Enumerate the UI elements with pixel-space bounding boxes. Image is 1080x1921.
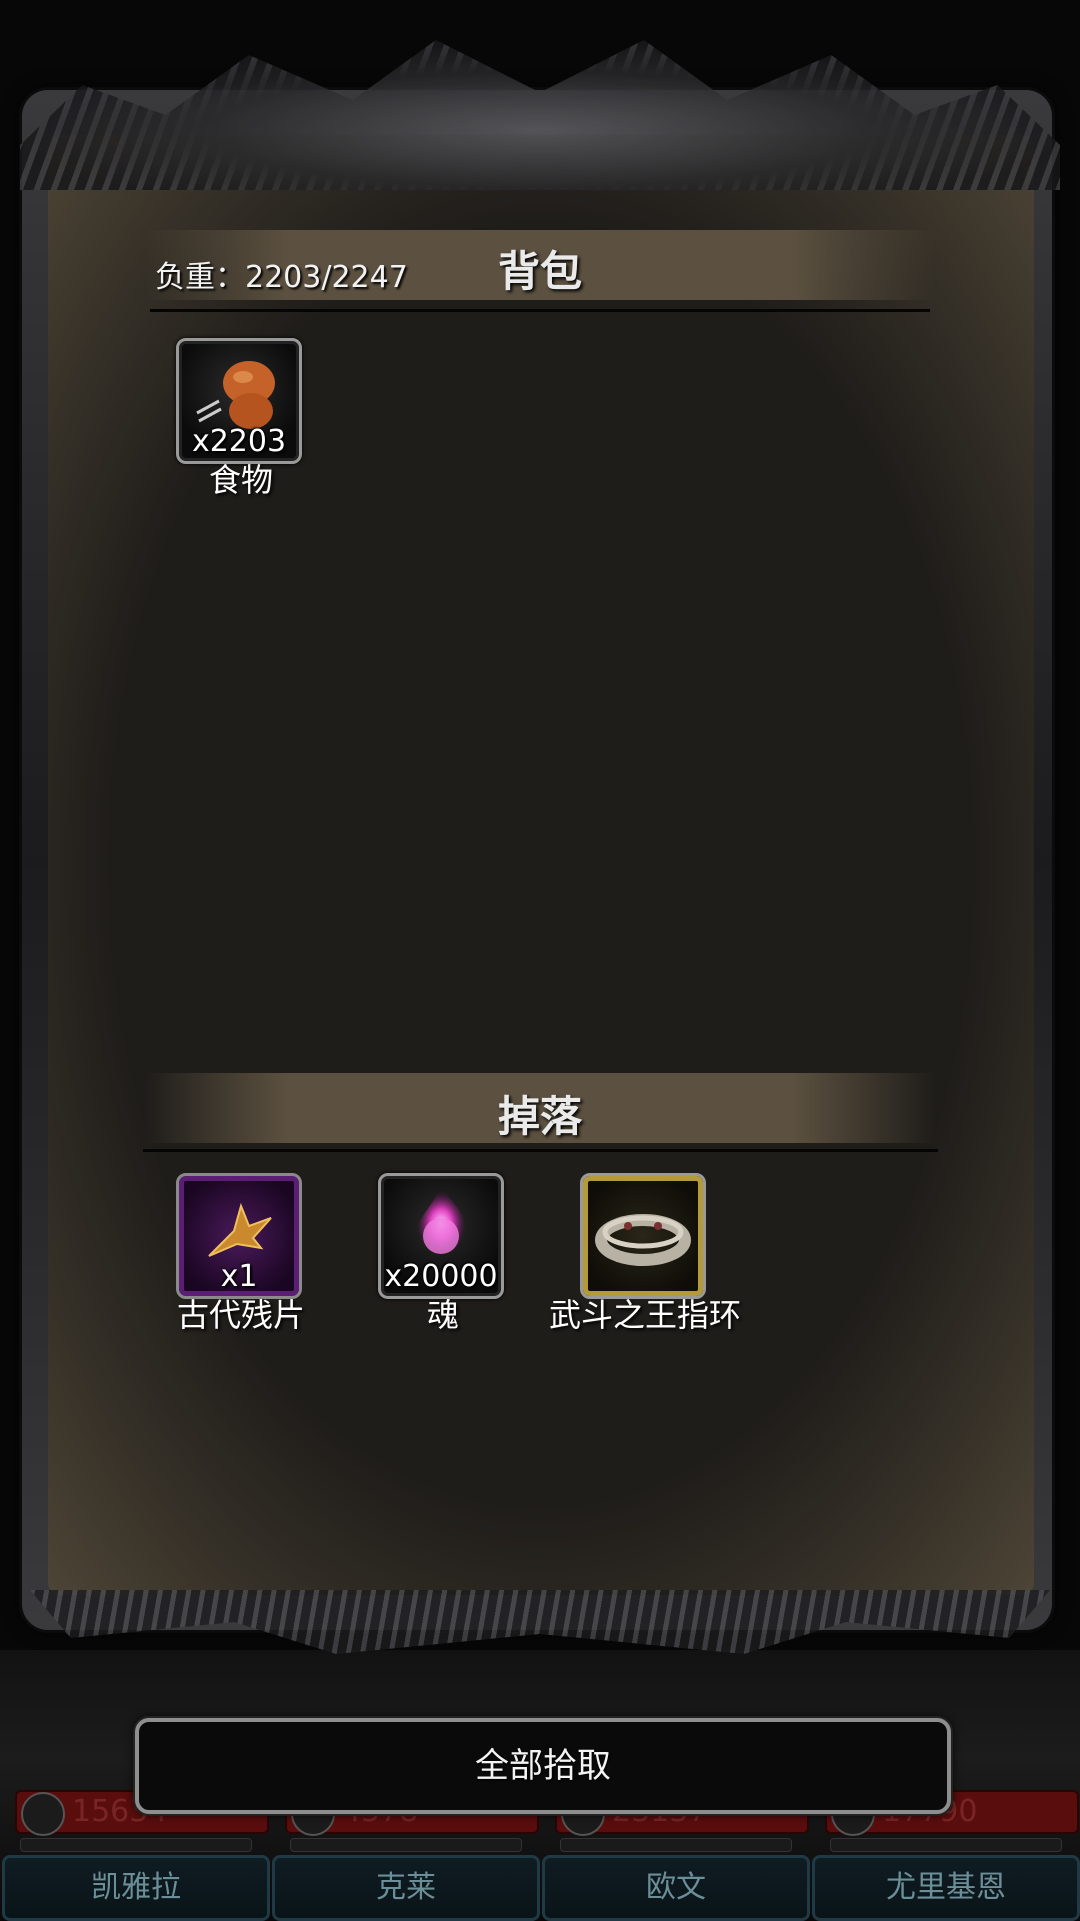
drops-divider xyxy=(143,1149,938,1152)
drop-item[interactable]: 武斗之王指环 xyxy=(549,1173,741,1334)
item-name: 食物 xyxy=(208,461,273,499)
backpack-divider xyxy=(150,309,930,312)
party-tab[interactable]: 克莱 xyxy=(272,1855,540,1921)
party-tab[interactable]: 尤里基恩 xyxy=(812,1855,1080,1921)
pick-all-button[interactable]: 全部拾取 xyxy=(135,1718,951,1814)
item-slot[interactable]: x1 古代残片 xyxy=(176,1173,305,1334)
backpack-title: 背包 xyxy=(497,247,582,296)
frame-top-ornament xyxy=(20,40,1060,190)
party-tab[interactable]: 凯雅拉 xyxy=(2,1855,270,1921)
item-slot[interactable]: x2203 食物 xyxy=(176,338,302,499)
drops-title: 掉落 xyxy=(497,1092,582,1141)
party-sub-bar xyxy=(830,1838,1062,1852)
item-quantity: x1 xyxy=(220,1259,258,1294)
party-tab[interactable]: 欧文 xyxy=(542,1855,810,1921)
party-sub-bar xyxy=(290,1838,522,1852)
drop-item[interactable]: x20000 魂 xyxy=(378,1173,504,1334)
backpack-item[interactable]: x2203 食物 xyxy=(176,338,302,499)
item-quantity: x20000 xyxy=(384,1259,498,1294)
drop-item[interactable]: x1 古代残片 xyxy=(176,1173,305,1334)
hero-orb-icon xyxy=(21,1792,65,1836)
item-slot[interactable]: x20000 魂 xyxy=(378,1173,504,1334)
item-slot[interactable]: 武斗之王指环 xyxy=(549,1173,741,1334)
item-name: 武斗之王指环 xyxy=(548,1296,741,1334)
ring-icon xyxy=(595,1214,691,1266)
party-sub-bar xyxy=(20,1838,252,1852)
party-sub-bar xyxy=(560,1838,792,1852)
item-quantity: x2203 xyxy=(191,424,287,459)
weight-label: 负重：2203/2247 xyxy=(155,260,408,295)
